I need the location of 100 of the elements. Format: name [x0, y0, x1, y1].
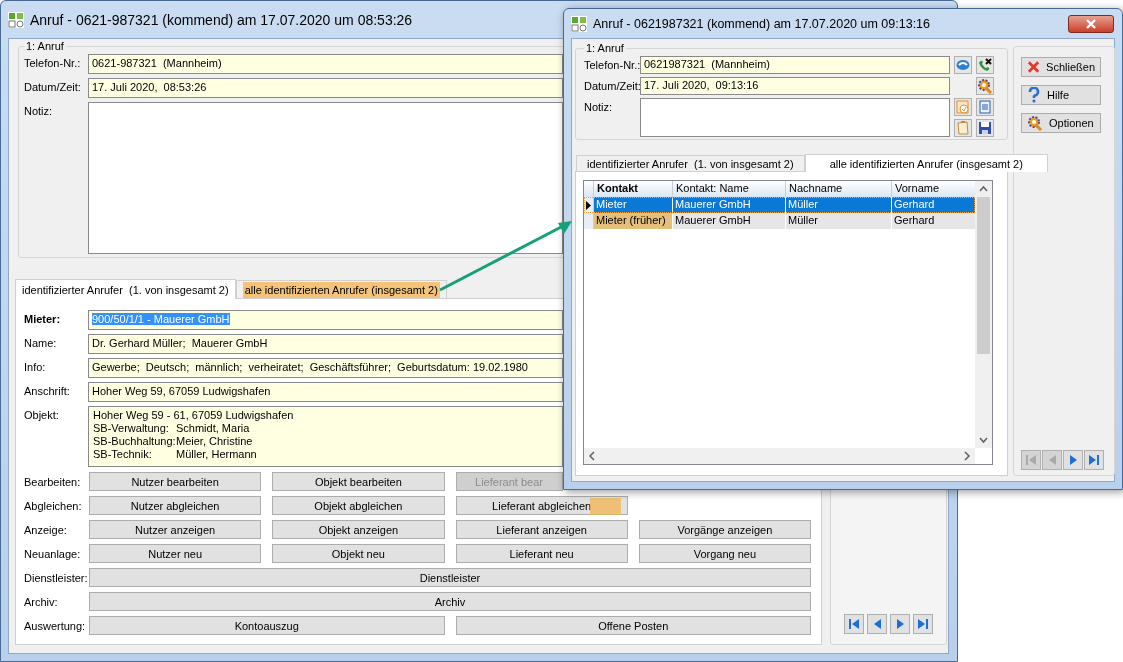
note-field[interactable]: [640, 98, 950, 137]
action-button[interactable]: Lieferant anzeigen: [455, 520, 628, 539]
scroll-right-icon[interactable]: [963, 451, 971, 461]
close-icon: [1085, 18, 1097, 29]
row-label: Archiv:: [24, 595, 59, 608]
field-label: Anschrift:: [24, 384, 71, 397]
last-record-button[interactable]: [913, 614, 933, 634]
text-field[interactable]: Gewerbe; Deutsch; männlich; verheiratet; Geschäftsführer; Geburtsdatum: 19.02.1980: [88, 358, 563, 378]
horizontal-scrollbar[interactable]: [584, 448, 975, 464]
role-label: SB-Verwaltung:: [93, 422, 170, 435]
text-field[interactable]: Hoher Weg 59, 67059 Ludwigshafen: [88, 382, 563, 402]
last-arrow-icon: [915, 616, 931, 632]
phone-cancel-icon: [977, 57, 993, 73]
first-arrow-icon: [1023, 452, 1039, 468]
side-button[interactable]: Optionen: [1021, 113, 1101, 133]
row-label: Neuanlage:: [24, 547, 82, 560]
clipboard-button[interactable]: [954, 119, 972, 137]
person-name: Müller, Hermann: [176, 448, 258, 461]
document-icon: [977, 99, 993, 115]
field-label: Notiz:: [584, 100, 614, 113]
tab[interactable]: identifizierter Anrufer (1. von insgesamt 2): [15, 279, 236, 299]
text-field[interactable]: 0621-987321 (Mannheim): [88, 54, 563, 74]
action-button[interactable]: Dienstleister: [89, 568, 811, 587]
document-check-button[interactable]: [954, 98, 972, 116]
row-label: Abgleichen:: [24, 499, 83, 512]
action-button[interactable]: Objekt anzeigen: [272, 520, 445, 539]
field-label: Info:: [24, 360, 47, 373]
text-field[interactable]: Dr. Gerhard Müller; Mauerer GmbH: [88, 334, 563, 354]
table-cell: Mauerer GmbH: [673, 213, 786, 229]
action-button[interactable]: Nutzer anzeigen: [89, 520, 262, 539]
action-button[interactable]: Nutzer bearbeiten: [89, 472, 262, 491]
action-button[interactable]: Kontoauszug: [89, 616, 445, 635]
window-title: Anruf - 0621987321 (kommend) am 17.07.2020 um 09:13:16: [593, 16, 932, 31]
phone-bubble-button[interactable]: [954, 56, 972, 74]
text-field[interactable]: 0621987321 (Mannheim): [640, 56, 950, 74]
action-button[interactable]: Vorgang neu: [638, 544, 811, 563]
action-button[interactable]: Nutzer abgleichen: [89, 496, 262, 515]
field-label: Notiz:: [24, 104, 54, 117]
group-title: 1: Anruf: [25, 40, 65, 52]
role-label: SB-Buchhaltung:: [93, 435, 176, 448]
field-label: Mieter:: [24, 312, 62, 325]
gear-icon: [977, 78, 993, 94]
document-check-icon: [955, 99, 971, 115]
scroll-left-icon[interactable]: [588, 451, 596, 461]
first-record-button[interactable]: [844, 614, 864, 634]
role-label: SB-Technik:: [93, 448, 153, 461]
next-record-button[interactable]: [890, 614, 910, 634]
scroll-thumb[interactable]: [977, 197, 990, 354]
text-field[interactable]: 17. Juli 2020, 09:13:16: [640, 77, 950, 95]
table-cell: Müller: [786, 213, 892, 229]
field-label: Objekt:: [24, 408, 60, 421]
action-button[interactable]: Vorgänge anzeigen: [638, 520, 811, 539]
tab[interactable]: alle identifizierten Anrufer (insgesamt 2): [235, 280, 447, 298]
app-icon: [8, 11, 24, 28]
close-button[interactable]: [1068, 14, 1114, 33]
first-arrow-icon: [846, 616, 862, 632]
action-button[interactable]: Offene Posten: [455, 616, 811, 635]
gear-button[interactable]: [976, 77, 994, 95]
window-title: Anruf - 0621-987321 (kommend) am 17.07.2020 um 08:53:26: [30, 11, 413, 28]
action-button[interactable]: Objekt abgleichen: [272, 496, 445, 515]
save-icon: [977, 120, 993, 136]
vertical-scrollbar[interactable]: [975, 181, 992, 448]
field-label: Datum/Zeit:: [24, 80, 82, 93]
text-field[interactable]: 17. Juli 2020, 08:53:26: [88, 78, 563, 98]
gear-icon: [1027, 115, 1043, 131]
save-button[interactable]: [976, 119, 994, 137]
next-record-button[interactable]: [1063, 450, 1083, 470]
table-cell: Mieter (früher): [594, 213, 673, 229]
phone-bubble-icon: [955, 57, 971, 73]
action-button[interactable]: Objekt neu: [272, 544, 445, 563]
last-arrow-icon: [1086, 452, 1102, 468]
table-row[interactable]: Mieter Mauerer GmbH Müller Gerhard: [584, 197, 975, 213]
group-title: 1: Anruf: [585, 42, 625, 54]
person-name: Meier, Christine: [176, 435, 254, 448]
field-label: Telefon-Nr.:: [24, 56, 82, 69]
row-label: Anzeige:: [24, 523, 68, 536]
previous-record-button[interactable]: [867, 614, 887, 634]
action-button[interactable]: Lieferant neu: [455, 544, 628, 563]
phone-cancel-button[interactable]: [976, 56, 994, 74]
close-icon: [1027, 60, 1041, 74]
help-icon: [1027, 87, 1041, 103]
address-text: Hoher Weg 59 - 61, 67059 Ludwigshafen: [93, 409, 295, 422]
action-button[interactable]: Lieferant abgleichen: [455, 496, 628, 515]
last-record-button[interactable]: [1084, 450, 1104, 470]
row-label: Bearbeiten:: [24, 475, 82, 488]
action-button[interactable]: Nutzer neu: [89, 544, 262, 563]
side-button[interactable]: Hilfe: [1021, 85, 1101, 105]
row-label: Auswertung:: [24, 619, 87, 632]
note-field[interactable]: [88, 102, 563, 254]
side-button[interactable]: Schließen: [1021, 57, 1101, 77]
tab[interactable]: identifizierter Anrufer (1. von insgesamt 2): [576, 155, 805, 171]
tab[interactable]: alle identifizierten Anrufer (insgesamt 2): [804, 154, 1048, 172]
row-label: Dienstleister:: [24, 571, 89, 584]
clipboard-icon: [955, 120, 971, 136]
app-icon: [571, 15, 587, 32]
action-button[interactable]: Objekt bearbeiten: [272, 472, 445, 491]
field-label: Name:: [24, 336, 58, 349]
table-row[interactable]: Mieter (früher) Mauerer GmbH Müller Gerhard: [584, 213, 975, 229]
person-name: Schmidt, Maria: [176, 422, 251, 435]
action-button[interactable]: Archiv: [89, 592, 811, 611]
